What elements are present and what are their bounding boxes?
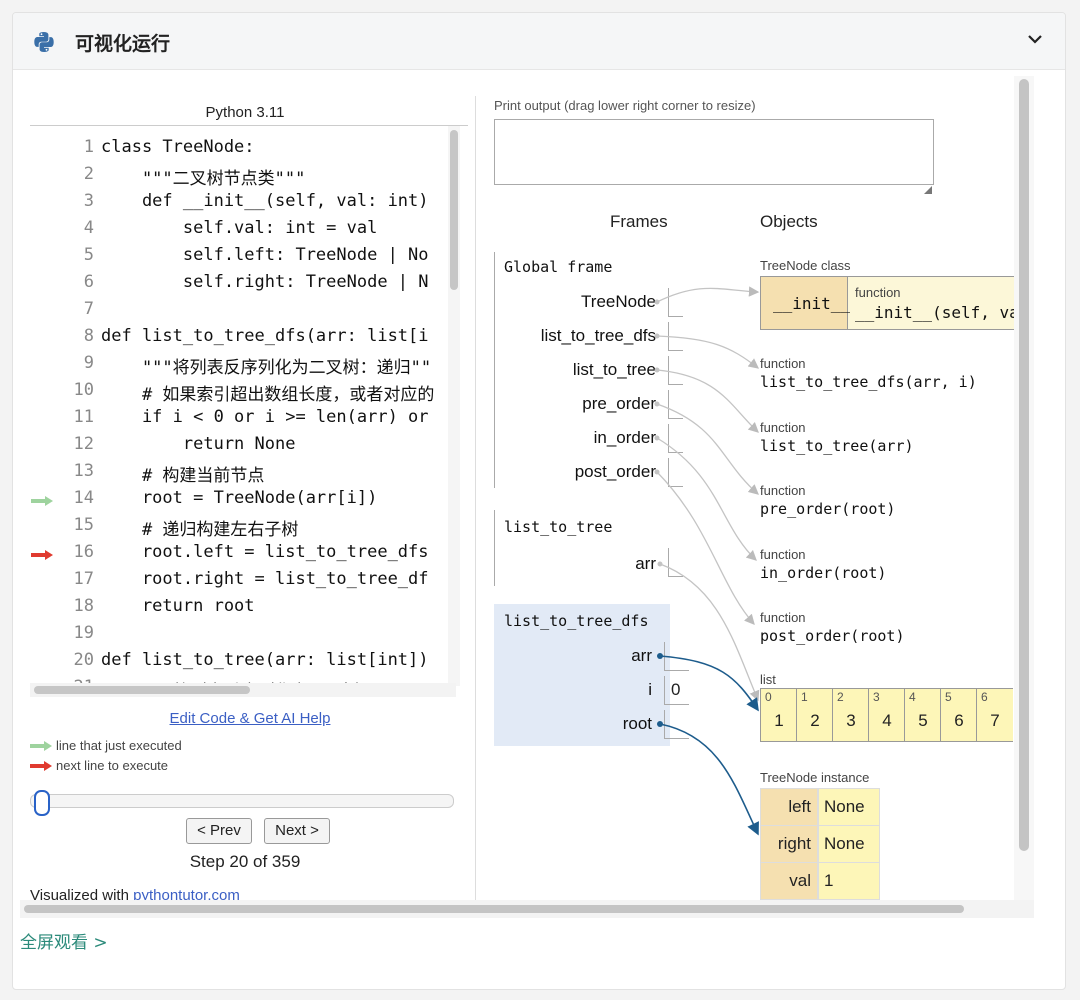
pointer-arrow-post-order (656, 471, 755, 625)
pythontutor-visualizer: Python 3.11 21 """将列表反序列化为二叉树"""20def li… (20, 76, 1034, 916)
chevron-down-icon[interactable] (1027, 33, 1043, 45)
card-title: 可视化运行 (75, 33, 171, 55)
card-header[interactable]: 可视化运行 (13, 13, 1065, 70)
pointer-arrows (654, 286, 760, 836)
pointer-arrow-list-to-tree (656, 369, 759, 433)
pointer-arrow-ltt-arr (659, 563, 760, 702)
viz-vertical-scrollbar[interactable] (1014, 76, 1034, 914)
fullscreen-link[interactable]: 全屏观看 > (20, 928, 108, 953)
pointer-arrow-list-to-tree-dfs (656, 335, 760, 369)
viz-horizontal-scrollbar[interactable] (20, 900, 1034, 918)
pointer-arrow-treenode (656, 286, 760, 303)
python-logo-icon (34, 32, 54, 52)
viz-vertical-scroll-thumb[interactable] (1019, 79, 1029, 851)
pointer-arrow-dfs-root (659, 723, 759, 836)
viz-horizontal-scroll-thumb[interactable] (24, 905, 964, 913)
